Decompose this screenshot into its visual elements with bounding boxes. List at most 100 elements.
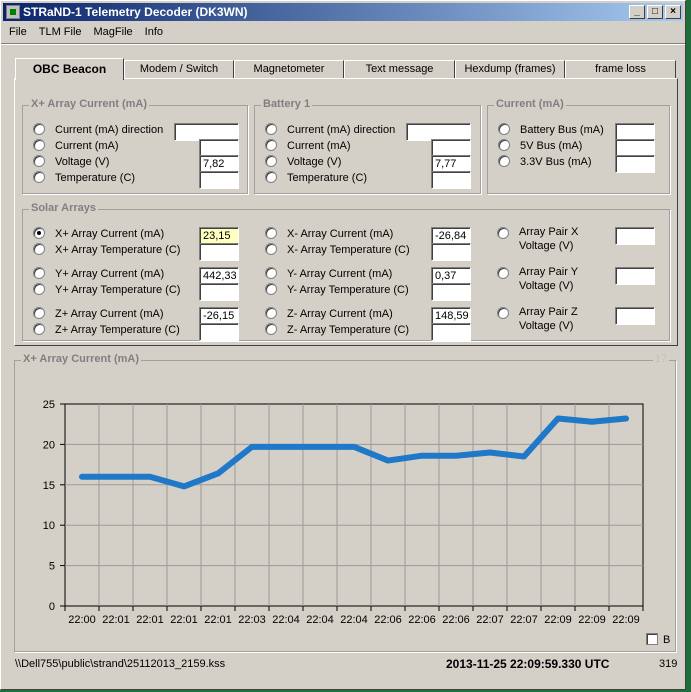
yminus-array-temp-radio[interactable] [265,283,277,295]
zminus-array-current-label: Z- Array Current (mA) [287,308,393,320]
zplus-array-temp-field[interactable] [199,323,239,341]
array-pair-z-label-2: Voltage (V) [519,320,574,332]
xminus-array-temp-field[interactable] [431,243,471,261]
battery-temperature-field[interactable] [431,171,471,189]
close-button[interactable]: × [665,5,681,19]
x-tick-label: 22:06 [442,614,470,626]
xplus-array-temp-field[interactable] [199,243,239,261]
tab-obc-beacon[interactable]: OBC Beacon [15,58,124,80]
tab-hexdump[interactable]: Hexdump (frames) [455,60,565,79]
data-point [352,444,356,449]
x-tick-label: 22:01 [170,614,198,626]
xplus-array-temp-radio[interactable] [33,243,45,255]
xplus-voltage-label: Voltage (V) [55,156,110,168]
x-tick-label: 22:04 [306,614,334,626]
tab-frame-loss[interactable]: frame loss [565,60,676,79]
tab-text-message[interactable]: Text message [344,60,455,79]
battery-bus-label: Battery Bus (mA) [520,124,604,136]
minimize-button[interactable]: _ [629,5,645,19]
xplus-array-temp-label: X+ Array Temperature (C) [55,244,181,256]
xplus-temperature-field[interactable] [199,171,239,189]
battery-group: Battery 1 Current (mA) direction Current… [254,98,481,194]
data-point [284,444,288,449]
y-tick-label: 10 [43,520,55,532]
file-path: \\Dell755\public\strand\25112013_2159.ks… [15,658,226,670]
line-chart: 0 5 10 15 20 25 22:00 22:01 22:01 22:01 22:01 22:03… [43,399,644,626]
array-pair-y-label-1: Array Pair Y [519,266,579,278]
yplus-array-temp-field[interactable] [199,283,239,301]
menu-magfile[interactable]: MagFile [88,22,139,42]
3v3-bus-field[interactable] [615,155,655,173]
y-tick-label: 5 [49,561,55,573]
xminus-array-current-radio[interactable] [265,227,277,239]
solar-arrays-group: Solar Arrays X+ Array Current (mA) 23,15… [22,202,670,341]
xplus-voltage-radio[interactable] [33,155,45,167]
array-pair-x-field[interactable] [615,227,655,245]
menu-info[interactable]: Info [139,22,169,42]
battery-current-radio[interactable] [265,139,277,151]
x-tick-label: 22:03 [238,614,266,626]
array-pair-x-label-1: Array Pair X [519,226,579,238]
menu-file[interactable]: File [3,22,33,42]
bus-current-group: Current (mA) Battery Bus (mA) 5V Bus (mA… [487,98,670,194]
zplus-array-current-label: Z+ Array Current (mA) [55,308,164,320]
xplus-direction-radio[interactable] [33,123,45,135]
x-tick-label: 22:01 [102,614,130,626]
5v-bus-radio[interactable] [498,139,510,151]
main-window: STRaND-1 Telemetry Decoder (DK3WN) _ □ ×… [0,0,686,690]
tab-magnetometer[interactable]: Magnetometer [234,60,344,79]
battery-group-title: Battery 1 [261,98,313,110]
xminus-array-current-label: X- Array Current (mA) [287,228,394,240]
b-checkbox[interactable] [646,633,658,645]
3v3-bus-radio[interactable] [498,155,510,167]
battery-direction-radio[interactable] [265,123,277,135]
zplus-array-current-radio[interactable] [33,307,45,319]
yplus-array-temp-radio[interactable] [33,283,45,295]
battery-bus-radio[interactable] [498,123,510,135]
data-point [318,444,322,449]
xplus-array-current-radio[interactable] [33,227,45,239]
xplus-temperature-radio[interactable] [33,171,45,183]
array-pair-y-field[interactable] [615,267,655,285]
xminus-array-temp-radio[interactable] [265,243,277,255]
xplus-current-radio[interactable] [33,139,45,151]
data-point [250,444,254,449]
battery-voltage-label: Voltage (V) [287,156,342,168]
yplus-array-current-label: Y+ Array Current (mA) [55,268,165,280]
battery-temperature-radio[interactable] [265,171,277,183]
array-pair-z-field[interactable] [615,307,655,325]
x-tick-label: 22:09 [612,614,640,626]
array-pair-x-radio[interactable] [497,227,509,239]
menu-bar: File TLM File MagFile Info [3,22,683,42]
status-frame-count: 319 [659,658,678,670]
data-point [420,453,424,458]
battery-current-label: Current (mA) [287,140,351,152]
data-point [386,458,390,463]
x-tick-label: 22:07 [510,614,538,626]
yminus-array-temp-label: Y- Array Temperature (C) [287,284,409,296]
zminus-array-temp-radio[interactable] [265,323,277,335]
maximize-button[interactable]: □ [647,5,663,19]
yplus-array-current-radio[interactable] [33,267,45,279]
battery-voltage-radio[interactable] [265,155,277,167]
xplus-group: X+ Array Current (mA) Current (mA) direc… [22,98,248,194]
data-point [454,453,458,458]
x-tick-label: 22:04 [272,614,300,626]
x-tick-label: 22:06 [408,614,436,626]
zminus-array-current-radio[interactable] [265,307,277,319]
array-pair-x-label-2: Voltage (V) [519,240,574,252]
array-pair-y-radio[interactable] [497,267,509,279]
yminus-array-temp-field[interactable] [431,283,471,301]
zplus-array-temp-radio[interactable] [33,323,45,335]
yminus-array-current-radio[interactable] [265,267,277,279]
array-pair-z-radio[interactable] [497,307,509,319]
data-point [114,474,118,479]
x-tick-label: 22:01 [204,614,232,626]
menu-tlm-file[interactable]: TLM File [33,22,88,42]
xplus-group-title: X+ Array Current (mA) [29,98,150,110]
array-pair-y-label-2: Voltage (V) [519,280,574,292]
xplus-direction-label: Current (mA) direction [55,124,164,136]
title-bar[interactable]: STRaND-1 Telemetry Decoder (DK3WN) _ □ × [3,3,683,21]
zminus-array-temp-field[interactable] [431,323,471,341]
tab-modem-switch[interactable]: Modem / Switch [124,60,234,79]
